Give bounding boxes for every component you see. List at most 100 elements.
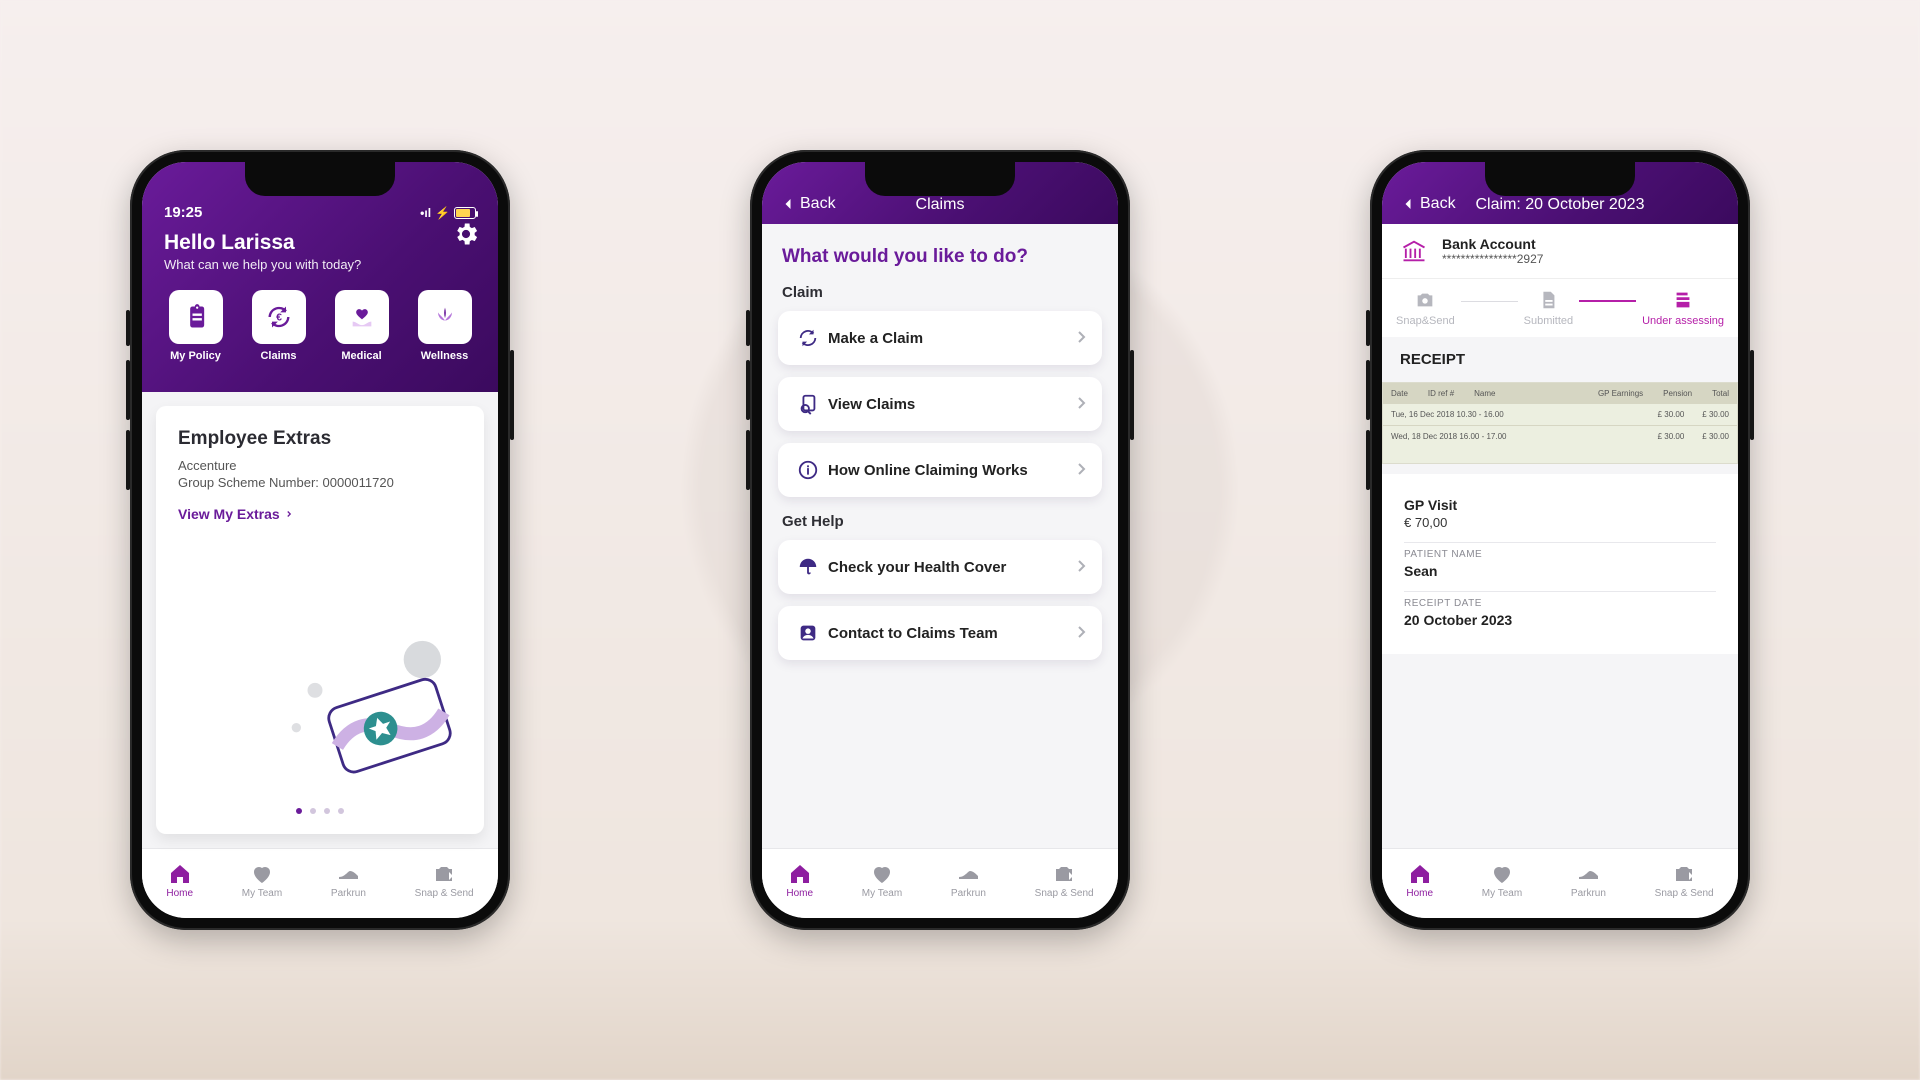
status-icons: •ıl ⚡ [420,204,476,221]
bank-number: ****************2927 [1442,252,1543,266]
step-snapsend: Snap&Send [1396,289,1455,327]
quick-label: Medical [341,350,381,362]
contact-icon [797,622,819,644]
row-view-claims[interactable]: View Claims [778,377,1102,431]
row-how-claiming[interactable]: How Online Claiming Works [778,443,1102,497]
view-extras-link[interactable]: View My Extras [178,506,294,522]
status-bar: 19:25 •ıl ⚡ [142,204,498,227]
lotus-icon [431,303,459,331]
home-icon [1408,862,1432,886]
refresh-euro-icon [265,303,293,331]
step-assessing: Under assessing [1642,289,1724,327]
chevron-right-icon [1074,624,1088,638]
quick-label: My Policy [170,350,221,362]
tab-snapsend[interactable]: Snap & Send [415,862,474,899]
row-label: View Claims [828,396,1074,413]
tab-home[interactable]: Home [1406,862,1433,899]
card-company: Accenture [178,458,462,473]
umbrella-icon [797,556,819,578]
tab-home[interactable]: Home [786,862,813,899]
receipt-date: 20 October 2023 [1404,612,1716,628]
visit-type: GP Visit [1404,497,1716,513]
stack-icon [1672,289,1694,311]
heart-icon [1490,862,1514,886]
quick-claims[interactable]: Claims [252,290,306,362]
tab-myteam[interactable]: My Team [1482,862,1522,899]
card-title: Employee Extras [178,428,462,450]
card-illustration [276,639,466,779]
carousel-dots[interactable] [156,808,484,814]
row-contact-team[interactable]: Contact to Claims Team [778,606,1102,660]
card-scheme: Group Scheme Number: 0000011720 [178,475,462,490]
patient-label: PATIENT NAME [1404,549,1716,560]
row-label: Check your Health Cover [828,559,1074,576]
tab-parkrun[interactable]: Parkrun [951,862,986,899]
snap-icon [432,862,456,886]
row-health-cover[interactable]: Check your Health Cover [778,540,1102,594]
home-icon [788,862,812,886]
chevron-right-icon [1074,461,1088,475]
quick-mypolicy[interactable]: My Policy [169,290,223,362]
step-submitted: Submitted [1524,289,1574,327]
snap-icon [1052,862,1076,886]
clipboard-icon [182,303,210,331]
camera-icon [1414,289,1436,311]
claim-steps: Snap&Send Submitted Under assessing [1382,278,1738,337]
row-make-claim[interactable]: Make a Claim [778,311,1102,365]
tab-home[interactable]: Home [166,862,193,899]
greeting-subtitle: What can we help you with today? [164,257,476,272]
heart-icon [870,862,894,886]
claim-detail-block: GP Visit € 70,00 PATIENT NAME Sean RECEI… [1382,474,1738,654]
claims-prompt: What would you like to do? [782,246,1098,268]
employee-extras-card[interactable]: Employee Extras Accenture Group Scheme N… [156,406,484,834]
quick-wellness[interactable]: Wellness [418,290,472,362]
row-label: Make a Claim [828,330,1074,347]
page-title: Claims [762,196,1118,214]
quick-label: Claims [260,350,296,362]
tab-myteam[interactable]: My Team [862,862,902,899]
link-label: View My Extras [178,506,280,522]
visit-amount: € 70,00 [1404,515,1716,530]
bank-account-row[interactable]: Bank Account ****************2927 [1382,224,1738,278]
chevron-right-icon [1074,395,1088,409]
receipt-image[interactable]: Date ID ref # Name GP Earnings Pension T… [1382,382,1738,464]
doc-icon [1537,289,1559,311]
tab-bar: Home My Team Parkrun Snap & Send [142,848,498,918]
tab-parkrun[interactable]: Parkrun [331,862,366,899]
heart-hand-icon [348,303,376,331]
tab-snapsend[interactable]: Snap & Send [1655,862,1714,899]
shoe-icon [956,862,980,886]
row-label: How Online Claiming Works [828,462,1074,479]
page-title: Claim: 20 October 2023 [1382,196,1738,214]
greeting-title: Hello Larissa [164,231,476,255]
chevron-right-icon [1074,329,1088,343]
battery-icon [454,207,476,219]
tab-bar: Home My Team Parkrun Snap & Send [762,848,1118,918]
gear-icon [452,220,480,248]
settings-button[interactable] [452,220,480,248]
quick-medical[interactable]: Medical [335,290,389,362]
bank-title: Bank Account [1442,236,1543,252]
phone-claim-detail: Back Claim: 20 October 2023 Bank Account… [1370,150,1750,930]
phone-home: 19:25 •ıl ⚡ Hello Larissa What can we he… [130,150,510,930]
receipt-heading: RECEIPT [1382,337,1738,382]
signal-icon: •ıl [420,206,431,220]
date-label: RECEIPT DATE [1404,598,1716,609]
quick-label: Wellness [421,350,469,362]
chevron-right-icon [1074,558,1088,572]
refresh-icon [797,327,819,349]
info-icon [797,459,819,481]
tab-snapsend[interactable]: Snap & Send [1035,862,1094,899]
row-label: Contact to Claims Team [828,625,1074,642]
phone-claims: Back Claims What would you like to do? C… [750,150,1130,930]
quick-actions: My Policy Claims Medical Wellness [142,272,498,362]
home-icon [168,862,192,886]
status-time: 19:25 [164,204,202,221]
patient-name: Sean [1404,563,1716,579]
tab-parkrun[interactable]: Parkrun [1571,862,1606,899]
shoe-icon [1576,862,1600,886]
tab-myteam[interactable]: My Team [242,862,282,899]
section-gethelp: Get Help [782,513,1098,530]
heart-icon [250,862,274,886]
wifi-icon: ⚡ [435,206,450,220]
